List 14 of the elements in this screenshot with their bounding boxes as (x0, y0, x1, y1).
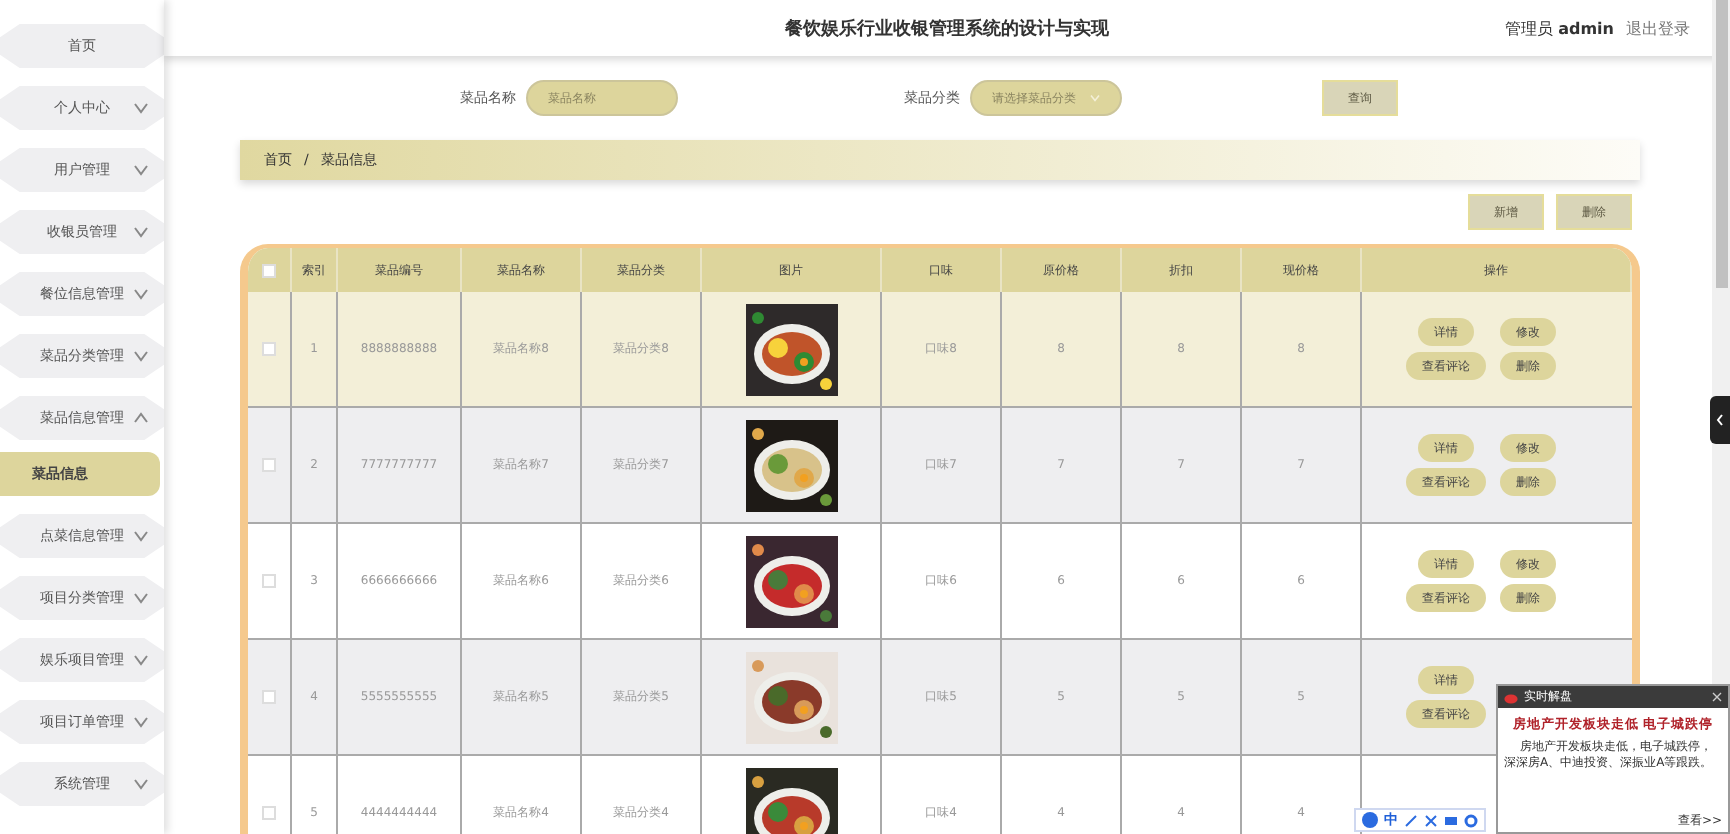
checkbox[interactable] (262, 342, 276, 356)
caret-icon (1090, 94, 1100, 102)
chevron-icon (1716, 414, 1724, 426)
checkbox[interactable] (262, 263, 276, 277)
side-tab[interactable] (1710, 396, 1730, 444)
checkbox[interactable] (262, 458, 276, 472)
checkbox[interactable] (262, 806, 276, 820)
close-icon[interactable] (1712, 692, 1722, 702)
user-role: 管理员 admin (1505, 17, 1614, 39)
logout-link[interactable]: 退出登录 (1626, 17, 1690, 39)
logo-icon (1362, 812, 1378, 828)
checkbox[interactable] (262, 574, 276, 588)
checkbox[interactable] (262, 690, 276, 704)
window-title: 餐饮娱乐行业收银管理系统的设计与实现 (785, 16, 1109, 41)
